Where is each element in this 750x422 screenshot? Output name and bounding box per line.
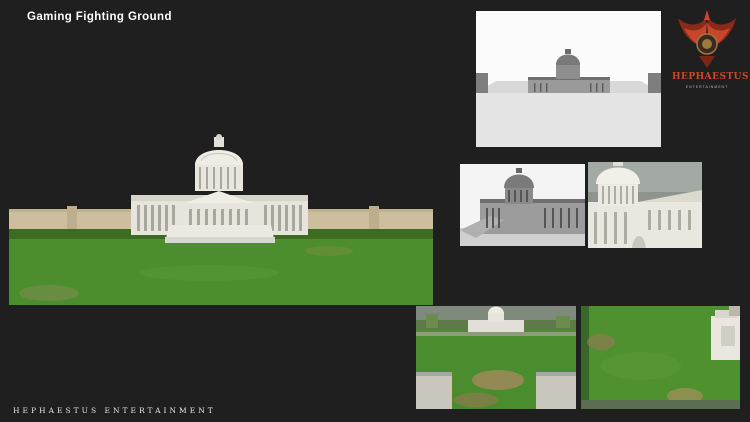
- hephaestus-logo: HEPHAESTUS ENTERTAINMENT: [672, 6, 750, 96]
- arena-top-down-view: [581, 306, 740, 409]
- closeup-dome-panel: [588, 162, 702, 248]
- logo-tagline: ENTERTAINMENT: [685, 85, 729, 89]
- arena-ground-level-view: [416, 306, 576, 409]
- capitol-front-illustration: [9, 133, 433, 305]
- logo-wordmark: HEPHAESTUS: [672, 72, 750, 82]
- render-white-panel: [476, 11, 661, 147]
- render-angle-panel: [460, 164, 585, 246]
- footer-company: HEPHAESTUS ENTERTAINMENT: [13, 406, 216, 415]
- main-view-panel: [9, 133, 433, 305]
- capitol-side-angle-render: [460, 164, 585, 246]
- capitol-dome-closeup: [588, 162, 702, 248]
- phoenix-emblem-icon: [678, 10, 736, 68]
- top-view-panel: [581, 306, 740, 409]
- page-title: Gaming Fighting Ground: [27, 11, 172, 23]
- capitol-clay-render: [476, 11, 661, 147]
- ground-view-panel: [416, 306, 576, 409]
